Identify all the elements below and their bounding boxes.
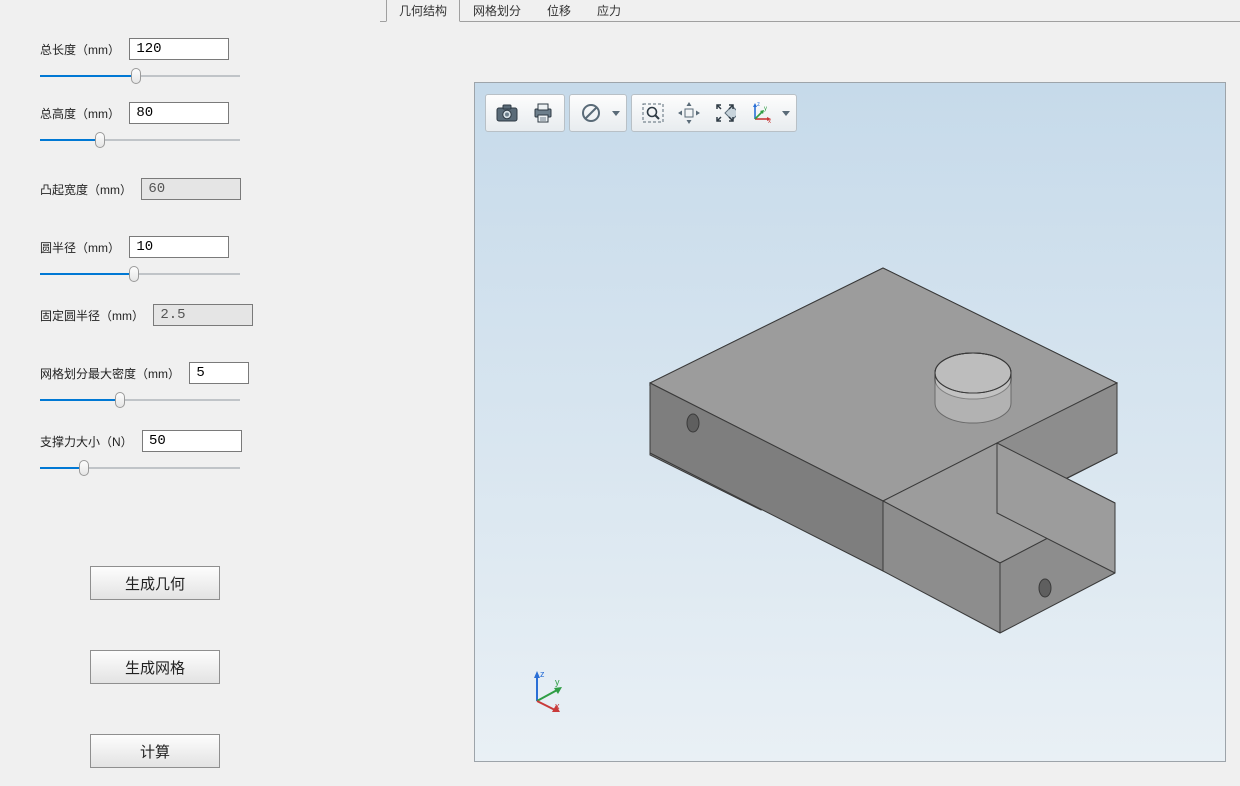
param-label: 凸起宽度（mm） bbox=[40, 181, 132, 198]
tab-mesh[interactable]: 网格划分 bbox=[460, 0, 534, 21]
result-tabs: 几何结构 网格划分 位移 应力 bbox=[380, 0, 1240, 22]
param-label: 支撑力大小（N） bbox=[40, 433, 133, 450]
force-slider[interactable] bbox=[40, 460, 240, 476]
action-buttons: 生成几何 生成网格 计算 bbox=[40, 566, 340, 768]
compute-button[interactable]: 计算 bbox=[90, 734, 220, 768]
geometry-solid bbox=[475, 83, 1226, 762]
fixed-radius-input bbox=[153, 304, 253, 326]
svg-text:y: y bbox=[555, 677, 560, 687]
total-length-slider[interactable] bbox=[40, 68, 240, 84]
param-circle-radius: 圆半径（mm） bbox=[40, 236, 340, 258]
viewport-3d[interactable]: zy x bbox=[474, 82, 1226, 762]
param-total-height: 总高度（mm） bbox=[40, 102, 340, 124]
param-label: 总长度（mm） bbox=[40, 41, 120, 58]
tab-stress[interactable]: 应力 bbox=[584, 0, 634, 21]
geometry-tab-page: zy x bbox=[380, 22, 1240, 786]
param-label: 圆半径（mm） bbox=[40, 239, 120, 256]
results-panel: 几何结构 网格划分 位移 应力 bbox=[380, 0, 1240, 786]
param-fixed-radius: 固定圆半径（mm） bbox=[40, 304, 340, 326]
param-total-length: 总长度（mm） bbox=[40, 38, 340, 60]
parameter-panel: 总长度（mm） 总高度（mm） 凸起宽度（mm） 圆半径（mm） 固定圆半径（m… bbox=[0, 0, 380, 786]
tab-displacement[interactable]: 位移 bbox=[534, 0, 584, 21]
param-label: 总高度（mm） bbox=[40, 105, 120, 122]
total-height-input[interactable] bbox=[129, 102, 229, 124]
generate-mesh-button[interactable]: 生成网格 bbox=[90, 650, 220, 684]
force-input[interactable] bbox=[142, 430, 242, 452]
circle-radius-input[interactable] bbox=[129, 236, 229, 258]
generate-geometry-button[interactable]: 生成几何 bbox=[90, 566, 220, 600]
param-label: 固定圆半径（mm） bbox=[40, 307, 144, 324]
mesh-density-input[interactable] bbox=[189, 362, 249, 384]
svg-text:z: z bbox=[540, 669, 545, 679]
mesh-density-slider[interactable] bbox=[40, 392, 240, 408]
circle-radius-slider[interactable] bbox=[40, 266, 240, 282]
svg-text:x: x bbox=[555, 701, 560, 711]
tab-geometry[interactable]: 几何结构 bbox=[386, 0, 460, 22]
total-length-input[interactable] bbox=[129, 38, 229, 60]
param-bump-width: 凸起宽度（mm） bbox=[40, 178, 340, 200]
param-mesh-density: 网格划分最大密度（mm） bbox=[40, 362, 340, 384]
param-label: 网格划分最大密度（mm） bbox=[40, 365, 180, 382]
axis-gizmo: z y x bbox=[525, 665, 573, 713]
bump-width-input bbox=[141, 178, 241, 200]
param-force: 支撑力大小（N） bbox=[40, 430, 340, 452]
total-height-slider[interactable] bbox=[40, 132, 240, 148]
